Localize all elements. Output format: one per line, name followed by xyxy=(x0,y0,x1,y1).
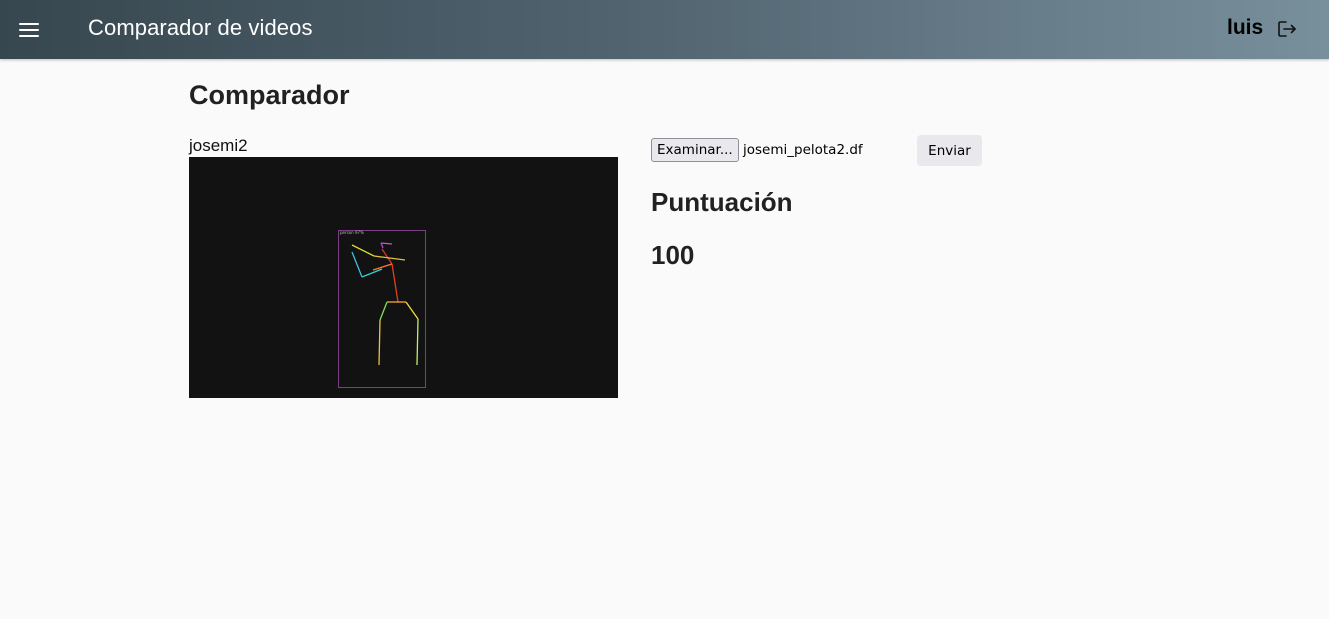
detection-label: person 97% xyxy=(340,230,364,235)
hamburger-menu-icon-line xyxy=(19,29,39,32)
page-title: Comparador xyxy=(189,80,350,110)
menu-button[interactable] xyxy=(12,13,46,47)
browse-file-button[interactable]: Examinar... xyxy=(651,138,739,162)
video-label: josemi2 xyxy=(189,136,248,155)
pose-skeleton-frame: person 97% xyxy=(338,230,426,388)
selected-file-name: josemi_pelota2.df xyxy=(743,142,863,158)
video-player[interactable]: person 97% xyxy=(189,157,618,398)
score-heading: Puntuación xyxy=(651,187,793,217)
score-value: 100 xyxy=(651,240,695,270)
person-bounding-box xyxy=(338,230,426,388)
app-toolbar: Comparador de videos luis xyxy=(0,0,1329,59)
app-title: Comparador de videos xyxy=(88,15,313,40)
logout-button[interactable] xyxy=(1276,18,1298,40)
hamburger-menu-icon xyxy=(19,23,39,26)
send-button[interactable]: Enviar xyxy=(917,135,982,166)
logout-icon xyxy=(1278,21,1296,37)
user-name: luis xyxy=(1227,16,1264,39)
hamburger-menu-icon-line xyxy=(19,35,39,38)
